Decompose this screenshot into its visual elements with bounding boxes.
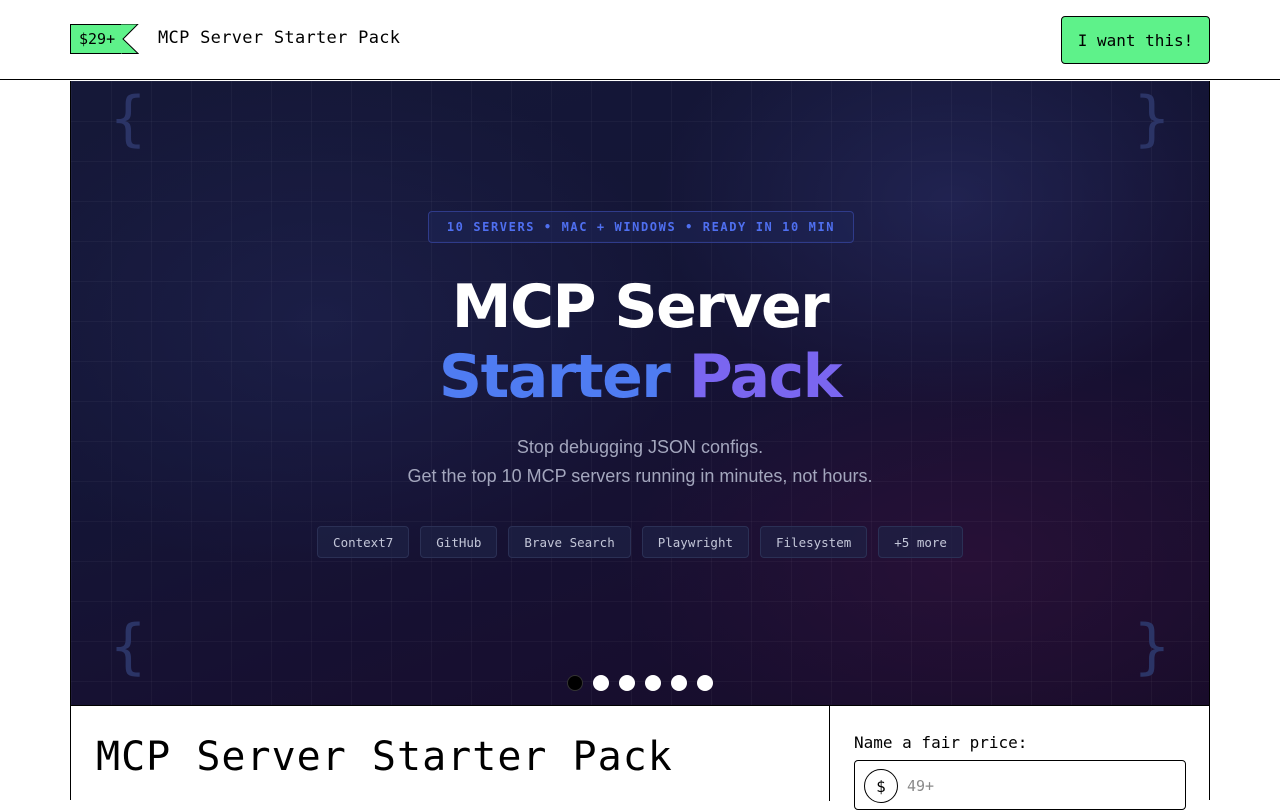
carousel-dots bbox=[71, 675, 1209, 691]
price-tag-label: $29+ bbox=[70, 24, 122, 54]
product-title: MCP Server Starter Pack bbox=[96, 734, 673, 780]
carousel-dot[interactable] bbox=[671, 675, 687, 691]
hero-carousel[interactable]: { } { } 10 SERVERS • MAC + WINDOWS • REA… bbox=[70, 81, 1210, 706]
server-chip: GitHub bbox=[420, 526, 498, 558]
column-divider bbox=[829, 706, 830, 801]
hero-subtitle: Get the top 10 MCP servers running in mi… bbox=[407, 466, 873, 486]
product-details: MCP Server Starter Pack Name a fair pric… bbox=[70, 705, 1210, 810]
hero-subtitle: Stop debugging JSON configs. bbox=[516, 437, 764, 457]
brace-close-icon: } bbox=[1132, 612, 1171, 682]
hero-title-word-pack: Pack bbox=[688, 342, 843, 412]
server-chip: Context7 bbox=[317, 526, 410, 558]
dollar-icon: $ bbox=[864, 769, 898, 803]
brace-open-icon: { bbox=[109, 84, 148, 154]
hero-title-accent: Starter Pack bbox=[71, 341, 1209, 413]
price-tag-notch-icon bbox=[121, 24, 140, 54]
product-name: MCP Server Starter Pack bbox=[158, 28, 401, 48]
server-chip: Filesystem bbox=[760, 526, 868, 558]
i-want-this-button[interactable]: I want this! bbox=[1061, 16, 1210, 64]
server-chip: +5 more bbox=[878, 526, 963, 558]
price-field[interactable]: $ bbox=[854, 760, 1186, 810]
price-tag: $29+ bbox=[70, 24, 140, 54]
carousel-dot[interactable] bbox=[619, 675, 635, 691]
price-label: Name a fair price: bbox=[854, 733, 1028, 752]
brace-close-icon: } bbox=[1132, 84, 1171, 154]
hero-title: MCP Server bbox=[451, 272, 830, 342]
hero-title-word-starter: Starter bbox=[438, 342, 671, 412]
carousel-dot[interactable] bbox=[697, 675, 713, 691]
carousel-dot[interactable] bbox=[593, 675, 609, 691]
price-input[interactable] bbox=[905, 773, 1169, 799]
top-bar: $29+ MCP Server Starter Pack I want this… bbox=[0, 0, 1280, 80]
server-chip: Brave Search bbox=[508, 526, 631, 558]
carousel-dot[interactable] bbox=[567, 675, 583, 691]
server-chip-list: Context7 GitHub Brave Search Playwright … bbox=[71, 526, 1209, 558]
feature-badge: 10 SERVERS • MAC + WINDOWS • READY IN 10… bbox=[428, 211, 854, 243]
brace-open-icon: { bbox=[109, 612, 148, 682]
carousel-dot[interactable] bbox=[645, 675, 661, 691]
server-chip: Playwright bbox=[641, 526, 749, 558]
